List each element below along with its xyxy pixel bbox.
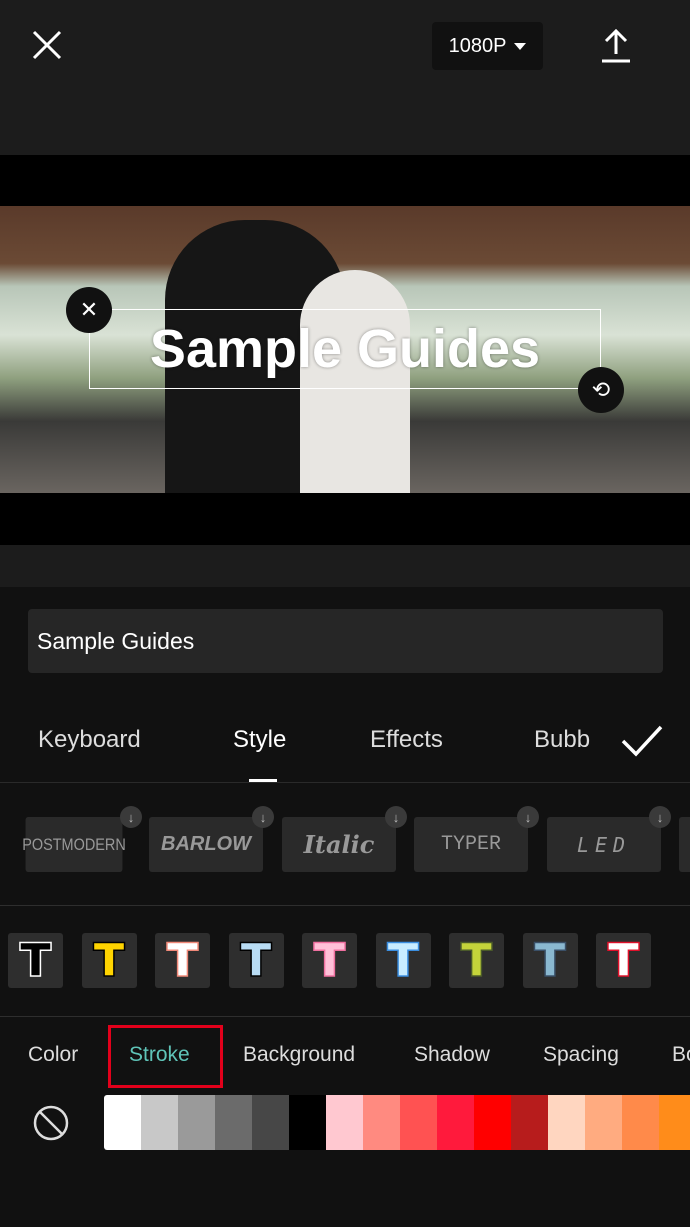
text-input[interactable]: Sample Guides (28, 609, 663, 673)
font-more[interactable] (679, 817, 690, 872)
font-typer[interactable]: TYPER (414, 817, 528, 872)
color-swatch[interactable] (400, 1095, 437, 1150)
download-icon[interactable]: ↓ (649, 806, 671, 828)
color-swatch[interactable] (511, 1095, 548, 1150)
text-style-preset[interactable]: T (522, 933, 578, 988)
divider (0, 782, 690, 783)
t-glyph-icon: T (386, 934, 419, 986)
caret-down-icon (514, 42, 527, 50)
text-style-preset[interactable]: T (81, 933, 137, 988)
color-swatch[interactable] (437, 1095, 474, 1150)
highlight-box (108, 1025, 223, 1088)
download-icon[interactable]: ↓ (385, 806, 407, 828)
t-glyph-icon: T (19, 934, 52, 986)
resolution-label: 1080P (448, 34, 507, 57)
color-swatch[interactable] (548, 1095, 585, 1150)
color-swatch[interactable] (659, 1095, 690, 1150)
color-swatch[interactable] (178, 1095, 215, 1150)
download-icon[interactable]: ↓ (120, 806, 142, 828)
divider (0, 1016, 690, 1017)
color-swatch[interactable] (252, 1095, 289, 1150)
text-style-preset[interactable]: T (596, 933, 651, 988)
t-glyph-icon: T (533, 934, 566, 986)
delete-text-icon[interactable]: ✕ (66, 287, 112, 333)
color-swatch[interactable] (585, 1095, 622, 1150)
t-glyph-icon: T (607, 934, 640, 986)
t-glyph-icon: T (239, 934, 272, 986)
color-swatch[interactable] (104, 1095, 141, 1150)
subtab-color[interactable]: Color (28, 1043, 78, 1067)
no-color-icon[interactable] (32, 1104, 70, 1142)
close-icon[interactable] (30, 28, 64, 62)
color-swatch[interactable] (474, 1095, 511, 1150)
color-swatch[interactable] (215, 1095, 252, 1150)
subtab-background[interactable]: Background (243, 1043, 355, 1067)
subtab-shadow[interactable]: Shadow (414, 1043, 490, 1067)
divider (0, 905, 690, 906)
download-icon[interactable]: ↓ (252, 806, 274, 828)
style-tabs: Keyboard Style Effects Bubb (0, 722, 690, 782)
t-glyph-icon: T (460, 934, 493, 986)
rotate-scale-icon[interactable]: ⟲ (578, 367, 624, 413)
panel-spacer (0, 545, 690, 587)
color-swatch[interactable] (326, 1095, 363, 1150)
t-glyph-icon: T (313, 934, 346, 986)
tab-bubble[interactable]: Bubb (534, 726, 596, 754)
text-style-preset[interactable]: T (228, 933, 284, 988)
tab-effects[interactable]: Effects (370, 726, 443, 754)
download-icon[interactable]: ↓ (517, 806, 539, 828)
color-swatches (104, 1095, 690, 1150)
color-swatch[interactable] (289, 1095, 326, 1150)
text-style-preset[interactable]: T (449, 933, 504, 988)
subtab-bold[interactable]: Bo (672, 1043, 690, 1067)
font-barlow[interactable]: BARLOW (149, 817, 263, 872)
text-style-preset[interactable]: T (155, 933, 210, 988)
color-swatch[interactable] (622, 1095, 659, 1150)
font-postmodern[interactable]: POSTMODERN (22, 817, 126, 872)
top-bar (0, 0, 690, 155)
t-glyph-icon: T (166, 934, 199, 986)
tab-style[interactable]: Style (233, 726, 286, 754)
text-style-preset[interactable]: T (302, 933, 357, 988)
color-swatch[interactable] (363, 1095, 400, 1150)
tab-keyboard[interactable]: Keyboard (38, 726, 141, 754)
text-overlay[interactable]: Sample Guides (89, 309, 601, 389)
color-swatch[interactable] (141, 1095, 178, 1150)
upload-icon[interactable] (600, 28, 632, 64)
subtab-spacing[interactable]: Spacing (543, 1043, 619, 1067)
font-led[interactable]: LED (547, 817, 661, 872)
text-style-preset[interactable]: T (8, 933, 63, 988)
font-italic[interactable]: Italic (282, 817, 396, 872)
confirm-check-icon[interactable] (620, 724, 664, 758)
t-glyph-icon: T (92, 934, 125, 986)
text-style-preset[interactable]: T (375, 933, 431, 988)
resolution-dropdown[interactable]: 1080P (432, 22, 543, 70)
